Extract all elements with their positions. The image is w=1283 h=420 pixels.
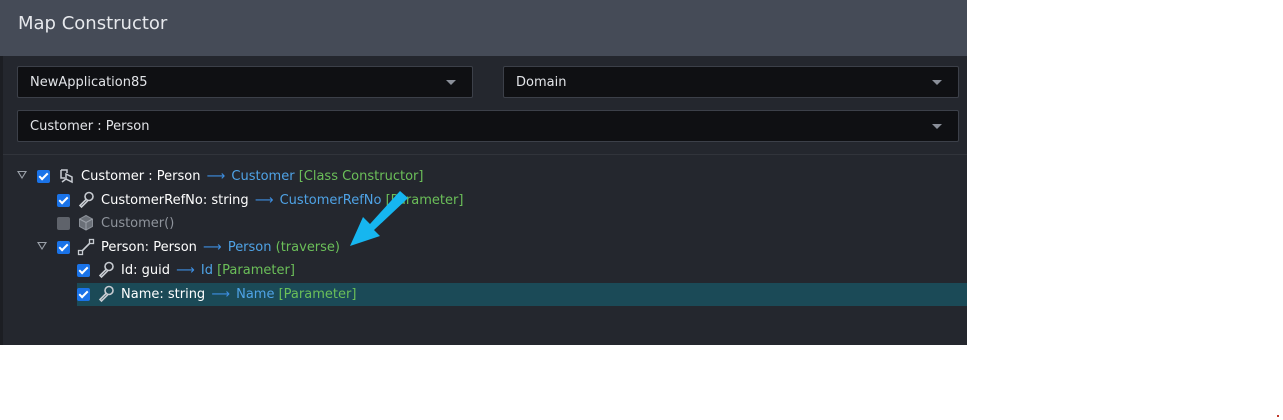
chevron-down-icon [932,80,942,85]
member-name: Id: guid [121,263,170,278]
mapping-arrow: ⟶ [254,193,274,208]
tree-row-name[interactable]: Name: string ⟶ Name [Parameter] [0,283,967,306]
application-dropdown-value: NewApplication85 [30,75,148,90]
wrench-icon [98,285,114,303]
checkbox-name[interactable] [77,288,90,301]
wrench-icon [78,191,94,209]
mapping-arrow: ⟶ [211,287,230,302]
tree-label: Id: guid ⟶ Id [Parameter] [121,263,295,278]
checkbox-person[interactable] [57,241,70,254]
association-icon [77,238,95,256]
tree-row-person[interactable]: Person: Person ⟶ Person (traverse) [0,236,967,259]
window-title: Map Constructor [18,13,168,34]
title-bar: Map Constructor [0,0,967,56]
map-constructor-window: Map Constructor NewApplication85 Domain … [0,0,967,345]
class-constructor-icon [60,169,73,184]
cube-icon [79,214,93,231]
chevron-down-icon [932,124,942,129]
checkbox-customer[interactable] [37,170,50,183]
mapping-type: (traverse) [275,240,340,255]
mapping-arrow: ⟶ [203,240,222,255]
tree-row-id[interactable]: Id: guid ⟶ Id [Parameter] [0,259,967,282]
member-name: Customer : Person [81,169,201,184]
tree-label: Person: Person ⟶ Person (traverse) [101,240,340,255]
expand-toggle-icon[interactable] [37,242,47,250]
mapping-target: Name [236,287,275,302]
corner-dot [1277,415,1279,417]
tree-row-constructor[interactable]: Customer() [0,212,967,235]
tree-label: Name: string ⟶ Name [Parameter] [121,287,356,302]
divider [3,154,967,155]
chevron-down-icon [446,80,456,85]
mapping-target: Id [200,263,213,278]
designer-dropdown[interactable]: Domain [503,66,959,98]
expand-toggle-icon[interactable] [17,171,27,179]
member-name: CustomerRefNo: string [101,193,249,208]
wrench-icon [98,261,114,279]
mapping-target: Person [227,240,272,255]
member-name: Person: Person [101,240,197,255]
annotation-arrow-icon [350,191,408,246]
checkbox-constructor[interactable] [57,217,70,230]
tree-row-customer[interactable]: Customer : Person ⟶ Customer [Class Cons… [0,165,967,188]
tree-row-customerrefno[interactable]: CustomerRefNo: string ⟶ CustomerRefNo [P… [0,189,967,212]
mapping-target: Customer [231,169,295,184]
mapping-type: [Parameter] [278,287,357,302]
checkbox-id[interactable] [77,264,90,277]
designer-dropdown-value: Domain [516,75,567,90]
mapping-type: [Class Constructor] [298,169,424,184]
element-dropdown-value: Customer : Person [30,119,150,134]
member-name: Name: string [121,287,206,302]
tree-label: Customer : Person ⟶ Customer [Class Cons… [81,169,423,184]
mapping-arrow: ⟶ [206,169,226,184]
mapping-arrow: ⟶ [176,263,195,278]
tree-label: Customer() [101,216,174,231]
checkbox-customerrefno[interactable] [57,194,70,207]
application-dropdown[interactable]: NewApplication85 [17,66,473,98]
member-name: Customer() [101,216,175,231]
mapping-type: [Parameter] [217,263,295,278]
element-dropdown[interactable]: Customer : Person [17,110,959,142]
